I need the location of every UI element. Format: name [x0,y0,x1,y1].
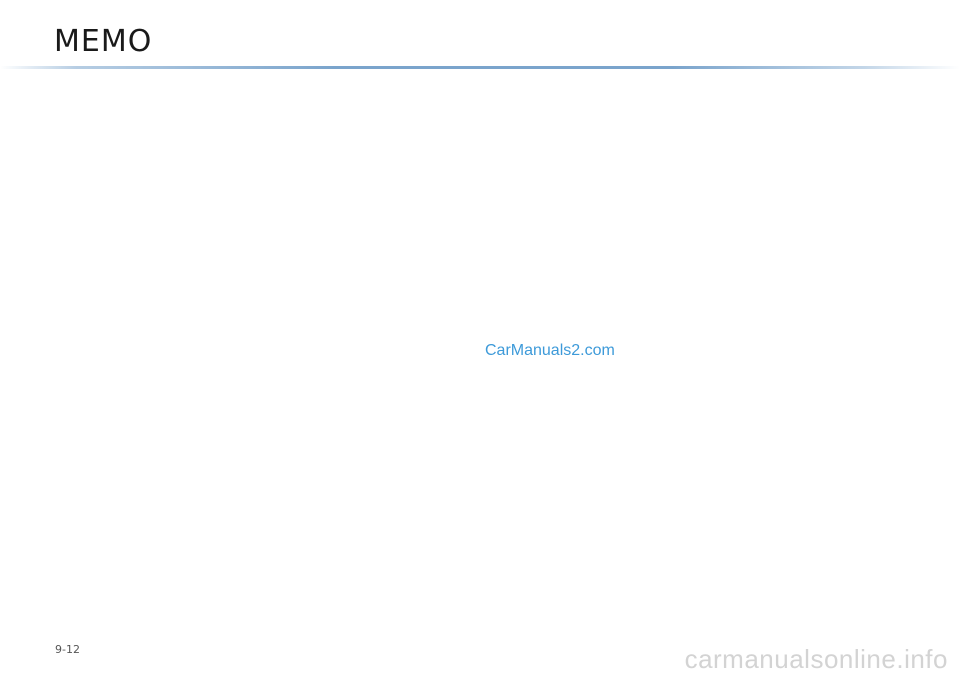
header-divider [0,66,960,69]
page-title: MEMO [54,24,153,59]
footer-watermark: carmanualsonline.info [684,644,948,674]
page-number: 9-12 [55,643,80,656]
center-watermark: CarManuals2.com [485,342,615,359]
